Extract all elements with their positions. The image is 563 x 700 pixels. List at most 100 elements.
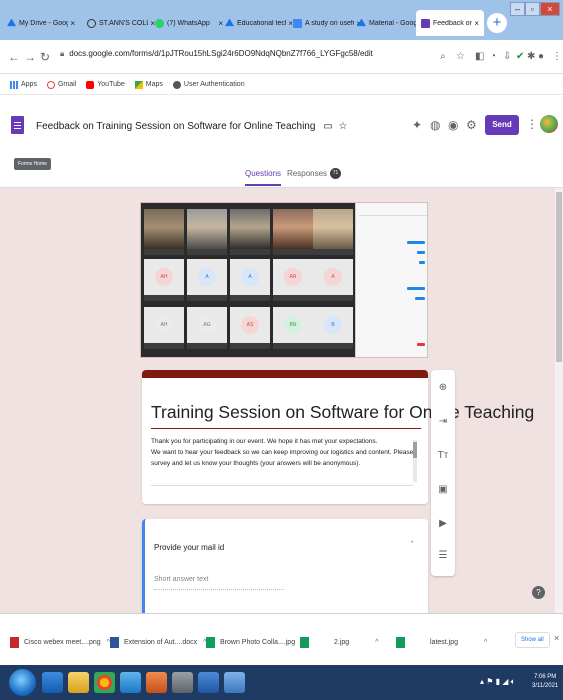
form-editor-canvas: AH A A AR A AH AG AS BN B Training Sessi… (0, 188, 563, 613)
file-explorer-icon[interactable] (68, 672, 89, 693)
ie-icon[interactable] (42, 672, 63, 693)
add-image-icon[interactable]: ▣ (435, 482, 451, 498)
app-icon[interactable] (224, 672, 245, 693)
preview-eye-icon[interactable]: ◉ (448, 118, 458, 132)
browser-tab-strip: My Drive - Google × ST.ANN'S COLLEGE × (… (0, 0, 563, 40)
extensions-puzzle-icon[interactable]: ✱ (527, 51, 535, 62)
participant-name-strip (273, 295, 313, 301)
app-icon[interactable] (172, 672, 193, 693)
system-tray[interactable]: ▴ ⚑ ▮ ◢ 🔈︎ (480, 677, 515, 687)
extension-icon[interactable]: ◧ (475, 51, 484, 62)
chevron-up-icon[interactable]: ^ (484, 639, 487, 646)
description-scrollbar[interactable] (413, 440, 417, 482)
extension-check-icon[interactable]: ✔ (516, 51, 524, 62)
form-title-card[interactable]: Training Session on Software for Online … (142, 370, 534, 504)
forms-home-button[interactable]: Forms Home (14, 158, 51, 170)
folder-icon[interactable]: ▭ (323, 121, 332, 132)
url-field[interactable]: 🔒︎ docs.google.com/forms/d/1pJTRou15hLSgi… (60, 49, 373, 59)
menu-icon[interactable]: ⋮ (552, 51, 562, 62)
tab-responses[interactable]: Responses 71 (287, 168, 342, 187)
browser-tab[interactable]: Educational techno × (220, 10, 298, 36)
close-icon[interactable]: × (70, 19, 75, 28)
bookmark-youtube[interactable]: YouTube (86, 80, 125, 89)
close-downloads-icon[interactable]: × (554, 633, 559, 643)
question-card[interactable]: Provide your mail id * Short answer text (142, 519, 428, 613)
response-count-badge: 71 (330, 168, 342, 179)
image-file-icon (206, 636, 215, 648)
download-item[interactable]: Brown Photo Colla....jpg ^ (206, 632, 304, 652)
forms-icon (293, 18, 302, 28)
browser-tab[interactable]: (7) WhatsApp × (150, 10, 228, 36)
more-options-icon[interactable]: ⋮ (526, 117, 538, 131)
maximize-icon[interactable]: ▫ (524, 2, 540, 16)
bookmark-gmail[interactable]: Gmail (46, 80, 76, 89)
forms-logo-icon[interactable] (11, 116, 24, 134)
participant-name-strip (144, 295, 184, 301)
help-icon[interactable]: ? (532, 586, 545, 599)
panel-row (359, 249, 427, 256)
taskbar: ▴ ⚑ ▮ ◢ 🔈︎ 7:06 PM 3/11/2021 (0, 665, 563, 700)
profile-icon[interactable]: ● (538, 51, 544, 62)
browser-tab-active[interactable]: Feedback on Train × (416, 10, 484, 36)
image-file-icon (396, 636, 405, 648)
start-button-icon[interactable] (9, 669, 36, 696)
video-tile (273, 209, 313, 249)
avatar[interactable] (540, 115, 558, 133)
chevron-up-icon[interactable]: ^ (375, 639, 378, 646)
media-player-icon[interactable] (120, 672, 141, 693)
add-video-icon[interactable]: ▶ (435, 516, 451, 532)
reload-icon[interactable]: ↻ (40, 50, 50, 64)
extension-icon[interactable]: ⇩ (503, 51, 511, 62)
window-close-icon[interactable]: × (539, 2, 560, 16)
form-header-image[interactable]: AH A A AR A AH AG AS BN B (140, 202, 428, 358)
customize-theme-icon[interactable]: ◍ (430, 118, 440, 132)
add-question-icon[interactable]: ⊕ (435, 380, 451, 396)
panel-row (359, 219, 427, 226)
tab-questions[interactable]: Questions (245, 169, 282, 186)
video-tile (187, 209, 227, 249)
show-all-button[interactable]: Show all (515, 632, 550, 648)
add-title-icon[interactable]: Tт (435, 448, 451, 464)
downloads-bar: Cisco webex meet....png ^ Extension of A… (0, 613, 563, 665)
clock[interactable]: 7:06 PM 3/11/2021 (532, 673, 558, 691)
import-questions-icon[interactable]: ⇥ (435, 414, 451, 430)
settings-gear-icon[interactable]: ⚙ (466, 118, 477, 132)
bookmark-user-authentication[interactable]: User Authentication (172, 80, 245, 89)
powerpoint-icon[interactable] (146, 672, 167, 693)
send-button[interactable]: Send (485, 115, 519, 135)
browser-tab[interactable]: ST.ANN'S COLLEGE × (82, 10, 160, 36)
form-description[interactable]: Thank you for participating in our event… (151, 436, 413, 486)
form-heading[interactable]: Training Session on Software for Online … (151, 402, 534, 423)
browser-tab[interactable]: My Drive - Google × (2, 10, 80, 36)
minimize-icon[interactable]: – (510, 2, 525, 16)
participant-tile: B (313, 307, 353, 343)
forms-header: Feedback on Training Session on Software… (0, 96, 563, 188)
question-title[interactable]: Provide your mail id (154, 543, 224, 552)
zoom-icon[interactable]: ⌕ (440, 51, 446, 62)
bookmark-star-icon[interactable]: ☆ (456, 51, 465, 62)
word-icon[interactable] (198, 672, 219, 693)
star-icon[interactable]: ☆ (338, 121, 347, 132)
download-item[interactable]: Cisco webex meet....png ^ (10, 632, 110, 652)
participant-tile: AH (144, 307, 184, 343)
forward-icon[interactable]: → (24, 50, 36, 64)
question-toolbar: ⊕ ⇥ Tт ▣ ▶ ☰ (431, 370, 455, 576)
lock-icon: 🔒︎ (60, 49, 65, 58)
video-tile (144, 209, 184, 249)
add-section-icon[interactable]: ☰ (435, 548, 451, 564)
chrome-icon[interactable] (94, 672, 115, 693)
close-icon[interactable]: × (474, 19, 479, 28)
participant-name-strip (273, 343, 313, 349)
extension-icon[interactable]: ◔ (490, 51, 496, 62)
back-icon[interactable]: ← (8, 50, 20, 64)
download-item[interactable]: 2.jpg ^ (300, 632, 378, 652)
bookmark-apps[interactable]: Apps (10, 80, 37, 89)
new-tab-button[interactable]: + (487, 13, 507, 33)
download-item[interactable]: latest.jpg ^ (396, 632, 487, 652)
form-title[interactable]: Feedback on Training Session on Software… (36, 121, 347, 132)
addon-puzzle-icon[interactable]: ✦ (412, 118, 422, 132)
bookmark-maps[interactable]: Maps (134, 80, 163, 89)
page-scrollbar[interactable] (555, 188, 563, 613)
participant-name-strip (187, 295, 227, 301)
download-item[interactable]: Extension of Aut....docx ^ (110, 632, 206, 652)
